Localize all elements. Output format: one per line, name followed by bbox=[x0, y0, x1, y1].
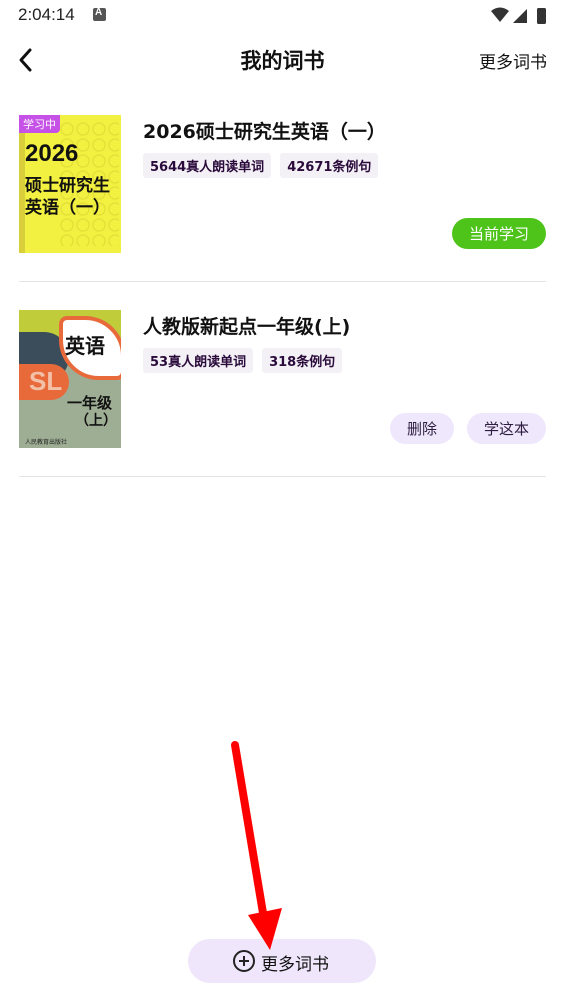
word-count-tag: 53真人朗读单词 bbox=[143, 348, 254, 373]
book-title: 人教版新起点一年级(上) bbox=[143, 316, 351, 338]
cover-logo: SL bbox=[29, 366, 63, 396]
sentence-count-tag: 318条例句 bbox=[262, 348, 343, 373]
book-cover[interactable]: 学习中 2026 硕士研究生 英语（一） bbox=[19, 115, 121, 253]
wifi-icon bbox=[491, 7, 509, 22]
add-circle-icon bbox=[233, 950, 255, 972]
status-time: 2:04:14 bbox=[18, 5, 75, 24]
cover-publisher: 人民教育出版社 bbox=[25, 439, 68, 446]
word-count-tag: 5644真人朗读单词 bbox=[143, 153, 272, 178]
book-card[interactable]: SL 英语 一年级 （上） 人民教育出版社 人教版新起点一年级(上) 53真人朗… bbox=[19, 310, 546, 477]
book-tags: 53真人朗读单词 318条例句 bbox=[143, 348, 343, 373]
cover-year: 2026 bbox=[25, 140, 79, 167]
book-card[interactable]: 学习中 2026 硕士研究生 英语（一） 2026硕士研究生英语（一） 5644… bbox=[19, 115, 546, 282]
more-books-button[interactable]: 更多词书 bbox=[188, 939, 376, 983]
status-bar: 2:04:14 bbox=[0, 0, 565, 32]
cover-term: （上） bbox=[75, 413, 117, 429]
sentence-count-tag: 42671条例句 bbox=[280, 153, 379, 178]
cover-subject: 英语 bbox=[65, 334, 105, 358]
more-books-link[interactable]: 更多词书 bbox=[479, 48, 547, 73]
delete-button[interactable]: 删除 bbox=[389, 413, 454, 444]
battery-icon bbox=[537, 8, 546, 24]
book-tags: 5644真人朗读单词 42671条例句 bbox=[143, 153, 379, 178]
current-learning-button[interactable]: 当前学习 bbox=[451, 218, 546, 249]
book-cover[interactable]: SL 英语 一年级 （上） 人民教育出版社 bbox=[19, 310, 121, 448]
cover-title-line2: 英语（一） bbox=[25, 198, 110, 218]
more-books-label: 更多词书 bbox=[261, 955, 329, 975]
learn-this-button[interactable]: 学这本 bbox=[466, 413, 546, 444]
learning-badge: 学习中 bbox=[19, 115, 60, 133]
signal-icon bbox=[513, 9, 527, 23]
app-bar: 我的词书 更多词书 bbox=[0, 32, 565, 88]
accessibility-icon bbox=[93, 7, 106, 21]
status-icons bbox=[491, 7, 546, 24]
book-title: 2026硕士研究生英语（一） bbox=[143, 121, 386, 143]
